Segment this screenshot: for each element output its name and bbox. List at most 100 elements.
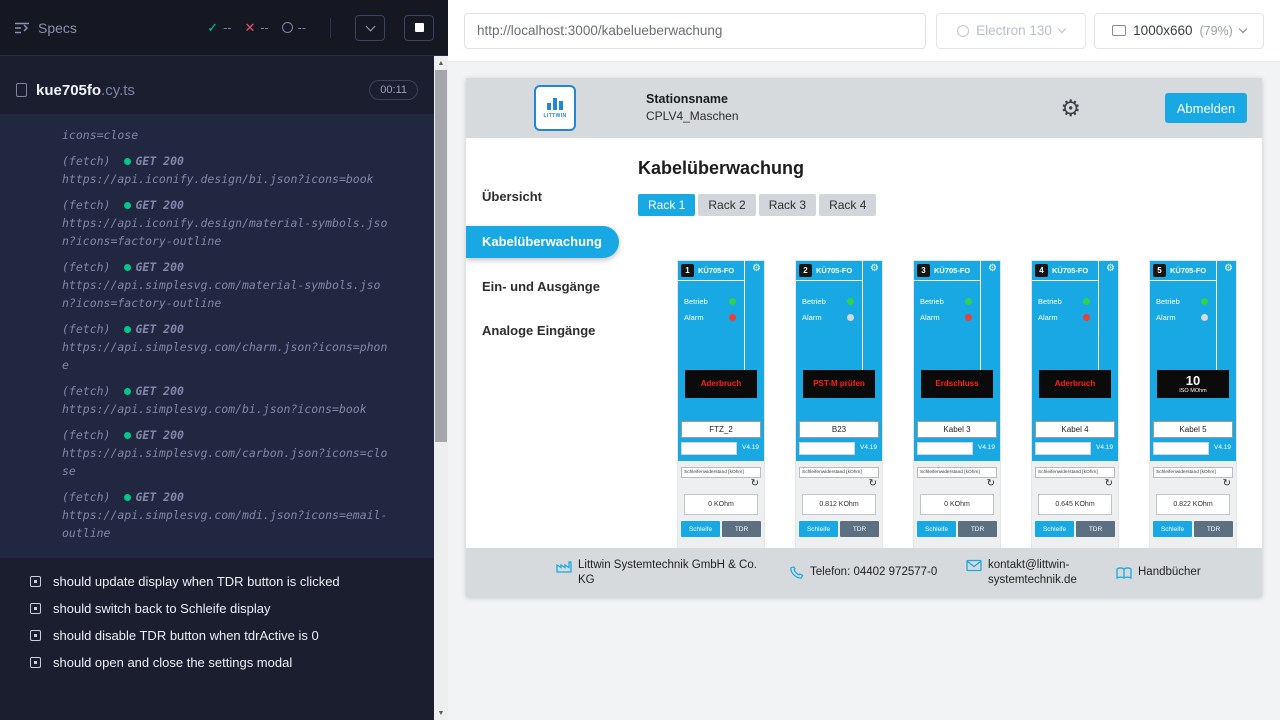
command-log: icons=close (fetch)GET 200 https://api.i… xyxy=(0,114,434,558)
refresh-icon[interactable]: ↻ xyxy=(987,479,995,489)
firmware-version: V4.19 xyxy=(1096,444,1113,451)
logout-button[interactable]: Abmelden xyxy=(1165,93,1247,123)
device-card-3: 3 KÜ705-FO ⚙ Betrieb Alarm xyxy=(914,261,1000,556)
card-gear-icon[interactable]: ⚙ xyxy=(1224,264,1233,274)
card-model: KÜ705-FO xyxy=(816,266,852,275)
tdr-button[interactable]: TDR xyxy=(1076,521,1115,537)
tab-rack-2[interactable]: Rack 2 xyxy=(698,194,755,216)
status-display: Aderbruch xyxy=(685,370,757,398)
log-fetch-entry[interactable]: (fetch)GET 200 https://api.simplesvg.com… xyxy=(62,320,414,374)
footer-manuals[interactable]: Handbücher xyxy=(1116,565,1201,580)
card-model: KÜ705-FO xyxy=(1170,266,1206,275)
browser-toolbar: http://localhost:3000/kabelueberwachung … xyxy=(448,0,1280,62)
left-scrollbar[interactable]: ▲ ▼ xyxy=(434,56,448,720)
tdr-button[interactable]: TDR xyxy=(840,521,879,537)
schleife-button[interactable]: Schleife xyxy=(1035,521,1074,537)
card-gear-icon[interactable]: ⚙ xyxy=(752,264,761,274)
alarm-row: Alarm xyxy=(1038,313,1090,322)
tdr-button[interactable]: TDR xyxy=(722,521,761,537)
tab-rack-4[interactable]: Rack 4 xyxy=(819,194,876,216)
refresh-icon[interactable]: ↻ xyxy=(1105,479,1113,489)
cable-name: Kabel 5 xyxy=(1153,421,1233,438)
card-gear-icon[interactable]: ⚙ xyxy=(988,264,997,274)
app-main: Kabelüberwachung Rack 1 Rack 2 Rack 3 Ra… xyxy=(621,138,1262,548)
scroll-down-arrow[interactable]: ▼ xyxy=(434,706,448,720)
log-fetch-entry[interactable]: (fetch)GET 200 https://api.simplesvg.com… xyxy=(62,382,414,418)
schleife-button[interactable]: Schleife xyxy=(917,521,956,537)
stop-button[interactable] xyxy=(404,15,434,41)
station-value: CPLV4_Maschen xyxy=(646,108,739,125)
test-pending-icon xyxy=(30,657,41,668)
schleife-button[interactable]: Schleife xyxy=(681,521,720,537)
measurement-value: 0 KOhm xyxy=(920,494,994,515)
tdr-button[interactable]: TDR xyxy=(958,521,997,537)
log-fetch-entry[interactable]: (fetch)GET 200 https://api.simplesvg.com… xyxy=(62,488,414,542)
betrieb-row: Betrieb xyxy=(684,297,736,306)
test-item[interactable]: should update display when TDR button is… xyxy=(0,568,434,595)
log-fetch-entry[interactable]: (fetch)GET 200 https://api.simplesvg.com… xyxy=(62,258,414,312)
test-item[interactable]: should switch back to Schleife display xyxy=(0,595,434,622)
chevron-down-icon xyxy=(1239,25,1247,33)
betrieb-led xyxy=(729,298,736,305)
betrieb-led xyxy=(1083,298,1090,305)
specs-list-icon xyxy=(14,21,30,35)
scrollbar-thumb[interactable] xyxy=(435,70,447,442)
sidebar-item-analoge-eingaenge[interactable]: Analoge Eingänge xyxy=(466,316,621,346)
log-fetch-entry[interactable]: (fetch)GET 200 https://api.iconify.desig… xyxy=(62,152,414,188)
measurement-label: Schleifenwiderstand [kOhm] xyxy=(1035,467,1115,478)
card-number: 3 xyxy=(917,264,930,277)
scroll-up-arrow[interactable]: ▲ xyxy=(434,56,448,70)
rack-tabs: Rack 1 Rack 2 Rack 3 Rack 4 xyxy=(638,194,1262,216)
firmware-version: V4.19 xyxy=(1214,444,1231,451)
settings-gear-icon[interactable]: ⚙ xyxy=(1060,97,1081,120)
log-fetch-entry[interactable]: (fetch)GET 200 https://api.iconify.desig… xyxy=(62,196,414,250)
refresh-icon[interactable]: ↻ xyxy=(869,479,877,489)
card-number: 5 xyxy=(1153,264,1166,277)
cypress-topbar: Specs ✓ -- ✕ -- -- xyxy=(0,0,448,56)
card-gear-icon[interactable]: ⚙ xyxy=(1106,264,1115,274)
status-dot-icon xyxy=(124,202,131,209)
measurement-label: Schleifenwiderstand [kOhm] xyxy=(799,467,879,478)
viewport-select[interactable]: 1000x660 (79%) xyxy=(1094,13,1264,49)
blank-field xyxy=(1153,442,1209,455)
station-label: Stationsname xyxy=(646,90,739,108)
log-line[interactable]: icons=close xyxy=(62,126,414,144)
app-sidebar: Übersicht Kabelüberwachung Ein- und Ausg… xyxy=(466,138,621,548)
test-item[interactable]: should open and close the settings modal xyxy=(0,649,434,676)
refresh-icon[interactable]: ↻ xyxy=(1223,479,1231,489)
divider xyxy=(330,18,331,38)
device-card-5: 5 KÜ705-FO ⚙ Betrieb Alarm xyxy=(1150,261,1236,556)
alarm-row: Alarm xyxy=(684,313,736,322)
footer-email[interactable]: kontakt@littwin-systemtechnik.de xyxy=(966,558,1090,588)
betrieb-led xyxy=(847,298,854,305)
card-model: KÜ705-FO xyxy=(1052,266,1088,275)
card-gear-icon[interactable]: ⚙ xyxy=(870,264,879,274)
card-number: 4 xyxy=(1035,264,1048,277)
cable-name: B23 xyxy=(799,421,879,438)
measurement-panel: Schleifenwiderstand [kOhm] ↻ 0 KOhm Schl… xyxy=(914,461,1000,556)
schleife-button[interactable]: Schleife xyxy=(1153,521,1192,537)
sidebar-item-uebersicht[interactable]: Übersicht xyxy=(466,182,621,212)
browser-select[interactable]: Electron 130 xyxy=(936,13,1086,49)
status-display: PST-M prüfen xyxy=(803,370,875,398)
tab-rack-3[interactable]: Rack 3 xyxy=(759,194,816,216)
littwin-logo: LITTWIN xyxy=(534,85,576,131)
refresh-icon[interactable]: ↻ xyxy=(751,479,759,489)
measurement-panel: Schleifenwiderstand [kOhm] ↻ 0.822 KOhm … xyxy=(1150,461,1236,556)
log-fetch-entry[interactable]: (fetch)GET 200 https://api.simplesvg.com… xyxy=(62,426,414,480)
test-item[interactable]: should disable TDR button when tdrActive… xyxy=(0,622,434,649)
sidebar-item-ein-und-ausgaenge[interactable]: Ein- und Ausgänge xyxy=(466,272,621,302)
tdr-button[interactable]: TDR xyxy=(1194,521,1233,537)
alarm-led xyxy=(847,314,854,321)
schleife-button[interactable]: Schleife xyxy=(799,521,838,537)
measurement-label: Schleifenwiderstand [kOhm] xyxy=(917,467,997,478)
spec-header[interactable]: kue705fo.cy.ts 00:11 xyxy=(0,70,434,110)
tab-rack-1[interactable]: Rack 1 xyxy=(638,194,695,216)
url-input[interactable]: http://localhost:3000/kabelueberwachung xyxy=(464,13,926,49)
stat-failed: ✕ -- xyxy=(244,20,268,36)
collapse-button[interactable] xyxy=(355,15,385,41)
app-viewport: LITTWIN Stationsname CPLV4_Maschen ⚙ Abm… xyxy=(466,78,1262,597)
specs-menu-button[interactable]: Specs xyxy=(14,20,77,36)
sidebar-item-kabelueberwachung[interactable]: Kabelüberwachung xyxy=(466,226,619,258)
x-icon: ✕ xyxy=(244,20,255,36)
